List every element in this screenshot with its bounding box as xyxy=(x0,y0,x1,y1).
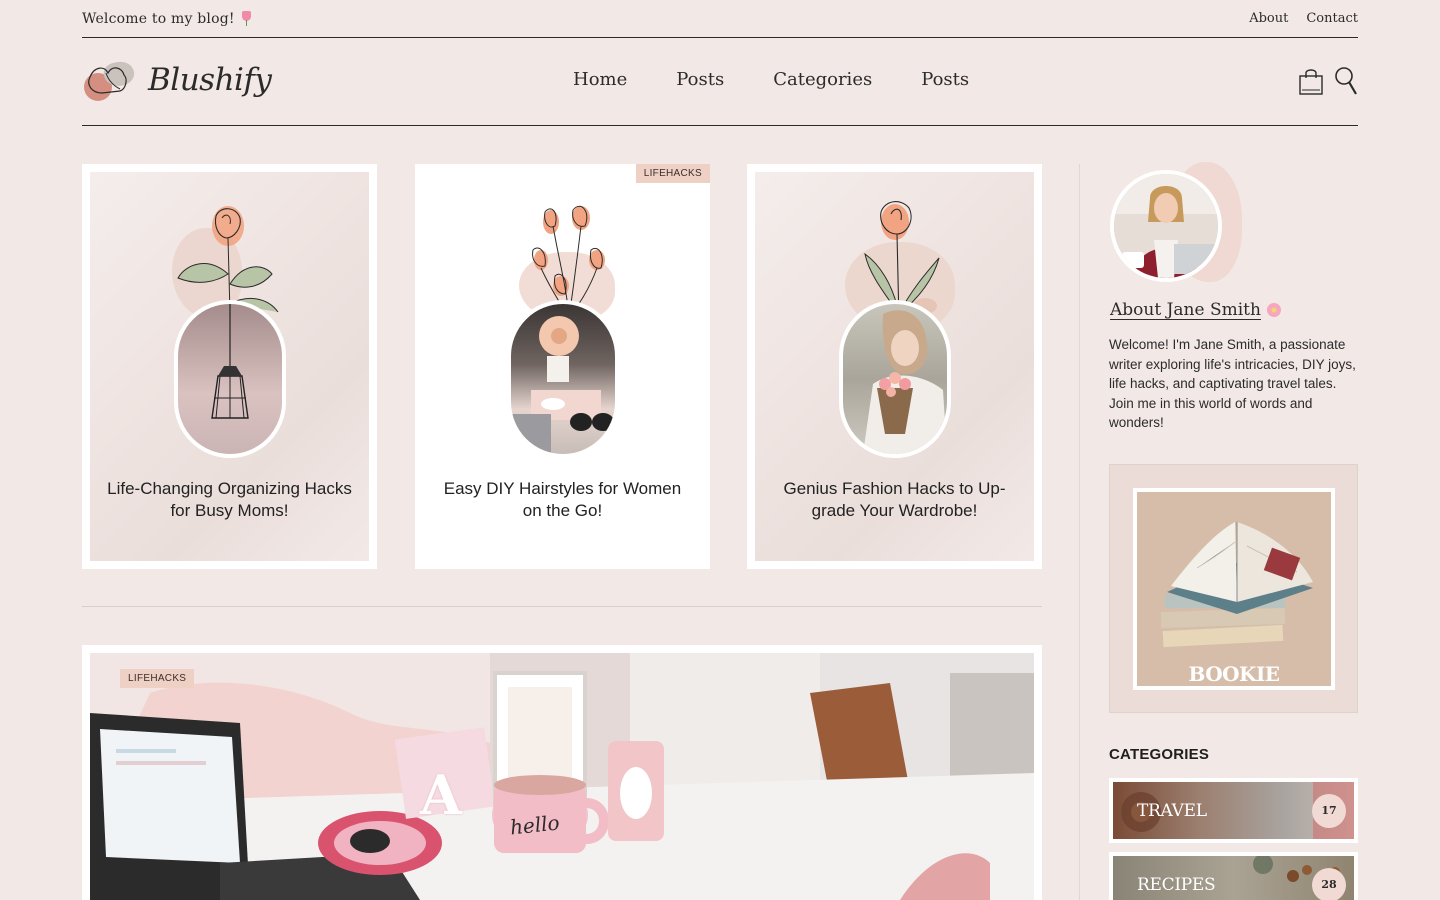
featured-post-image: A hello xyxy=(90,653,1034,900)
category-count-badge: 17 xyxy=(1312,793,1346,828)
top-bar: Welcome to my blog! About Contact xyxy=(82,0,1358,38)
site-header: Blushify Home Posts Categories Posts xyxy=(82,39,1358,126)
post-photo xyxy=(838,300,951,458)
category-item-recipes[interactable]: RECIPES 28 xyxy=(1109,852,1358,900)
logo-text: Blushify xyxy=(148,62,272,98)
categories-heading: CATEGORIES xyxy=(1109,746,1210,763)
post-card-image: Genius Fashion Hacks to Up-grade Your Wa… xyxy=(755,172,1034,561)
about-title[interactable]: About Jane Smith xyxy=(1110,300,1281,320)
post-card-image: Easy DIY Hairstyles for Women on the Go! xyxy=(423,172,702,561)
ad-title: BOOKIE xyxy=(1188,662,1280,686)
logo-mark-icon xyxy=(82,57,140,103)
category-label: RECIPES xyxy=(1137,874,1216,895)
category-tag[interactable]: LIFEHACKS xyxy=(635,164,710,183)
ad-banner[interactable]: BOOKIE xyxy=(1109,464,1358,713)
post-title[interactable]: Genius Fashion Hacks to Up-grade Your Wa… xyxy=(765,478,1024,522)
nav-home[interactable]: Home xyxy=(573,69,627,90)
post-title[interactable]: Life-Changing Organizing Hacks for Busy … xyxy=(100,478,359,522)
post-card[interactable]: Genius Fashion Hacks to Up-grade Your Wa… xyxy=(747,164,1042,569)
header-icons xyxy=(1298,65,1358,101)
post-card-image: Life-Changing Organizing Hacks for Busy … xyxy=(90,172,369,561)
search-icon[interactable] xyxy=(1334,65,1358,101)
featured-post[interactable]: A hello LIFEHACKS xyxy=(82,645,1042,900)
category-image: TRAVEL 17 xyxy=(1113,782,1354,839)
logo[interactable]: Blushify xyxy=(82,57,272,103)
sidebar-divider xyxy=(1079,164,1080,900)
nav-posts-2[interactable]: Posts xyxy=(921,69,969,90)
welcome-text: Welcome to my blog! xyxy=(82,10,235,27)
mug-text: hello xyxy=(508,810,561,840)
post-photo xyxy=(506,300,619,458)
flower-icon xyxy=(1266,303,1281,317)
post-card[interactable]: Life-Changing Organizing Hacks for Busy … xyxy=(82,164,377,569)
shopping-bag-icon[interactable] xyxy=(1298,66,1324,100)
author-avatar-wrap xyxy=(1110,162,1244,286)
section-divider xyxy=(82,606,1042,607)
nav-posts[interactable]: Posts xyxy=(676,69,724,90)
category-label: TRAVEL xyxy=(1137,800,1207,821)
letter-decor: A xyxy=(420,763,462,827)
main-nav: Home Posts Categories Posts xyxy=(573,69,969,90)
post-photo xyxy=(173,300,286,458)
top-links: About Contact xyxy=(1249,11,1358,26)
welcome-message: Welcome to my blog! xyxy=(82,11,252,27)
category-image: RECIPES 28 xyxy=(1113,856,1354,900)
tulip-icon xyxy=(241,11,252,26)
category-item-travel[interactable]: TRAVEL 17 xyxy=(1109,778,1358,843)
about-link[interactable]: About xyxy=(1249,11,1288,26)
post-title[interactable]: Easy DIY Hairstyles for Women on the Go! xyxy=(433,478,692,522)
about-text: Welcome! I'm Jane Smith, a passionate wr… xyxy=(1109,337,1356,431)
about-title-text: About Jane Smith xyxy=(1110,300,1261,320)
category-tag[interactable]: LIFEHACKS xyxy=(120,669,195,688)
category-count-badge: 28 xyxy=(1312,867,1346,900)
post-card[interactable]: Easy DIY Hairstyles for Women on the Go!… xyxy=(415,164,710,569)
nav-categories[interactable]: Categories xyxy=(773,69,872,90)
contact-link[interactable]: Contact xyxy=(1306,11,1358,26)
avatar[interactable] xyxy=(1110,170,1222,282)
ad-image: BOOKIE xyxy=(1133,488,1335,690)
